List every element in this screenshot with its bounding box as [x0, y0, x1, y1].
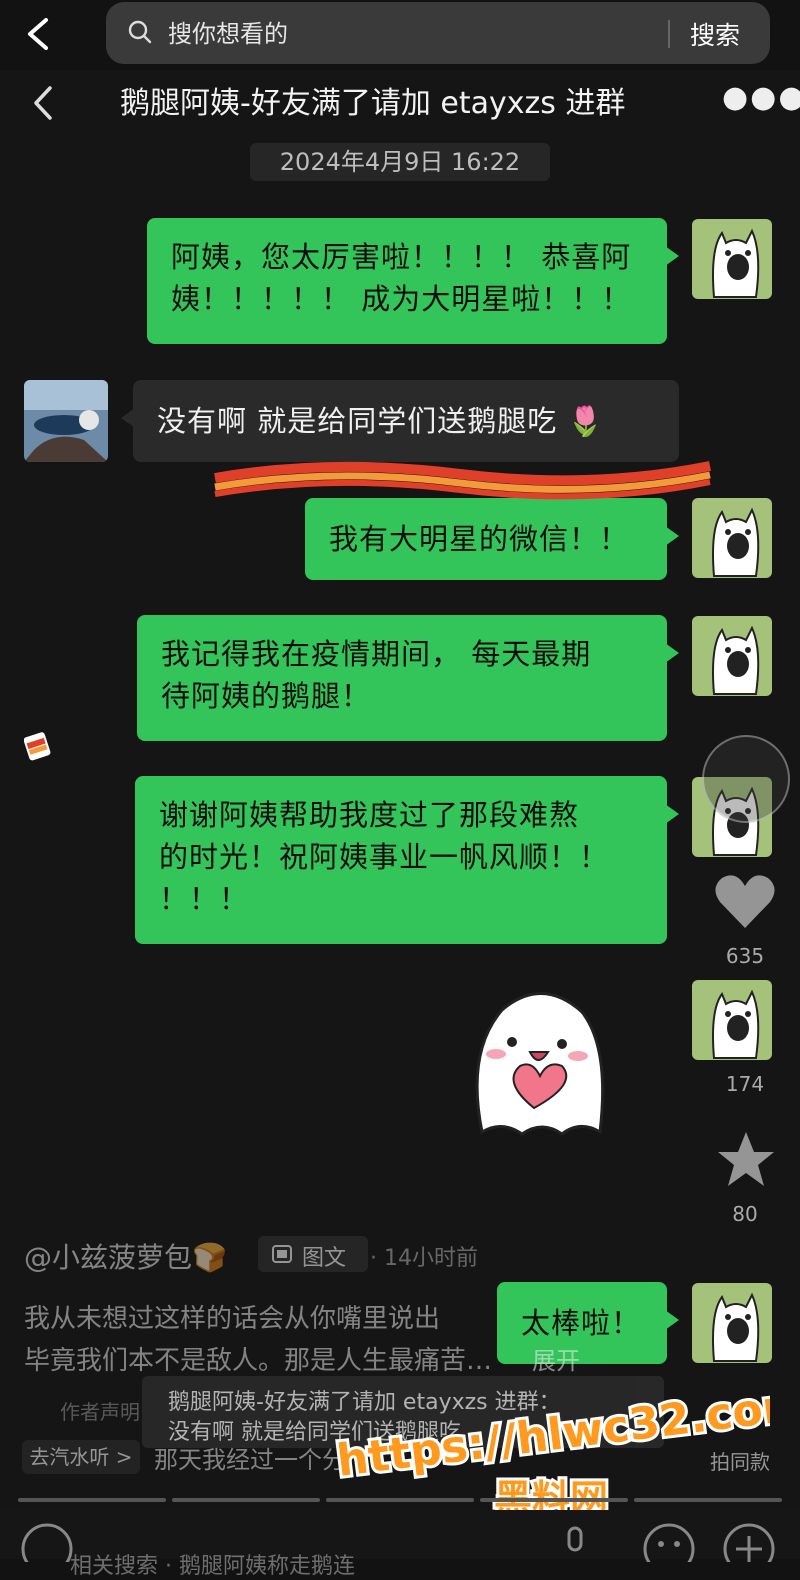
user-avatar — [692, 219, 772, 299]
message-bubble: 谢谢阿姨帮助我度过了那段难熬 的时光！祝阿姨事业一帆风顺！！ ！！！ — [135, 776, 679, 944]
progress-segment — [172, 1498, 320, 1502]
related-search[interactable]: 相关搜索 · 鹅腿阿姨称走鹅连 — [70, 1548, 355, 1580]
progress-segment — [326, 1498, 474, 1502]
author-name[interactable]: @小兹菠萝包🍞 — [24, 1236, 227, 1276]
expand-link[interactable]: 展开 — [532, 1341, 580, 1376]
description-line: 我从未想过这样的话会从你嘴里说出 — [24, 1304, 441, 1334]
search-icon — [128, 20, 152, 44]
plus-icon[interactable] — [722, 1522, 776, 1562]
more-icon: ●●● — [722, 80, 800, 115]
ribbon-sticker — [214, 461, 711, 500]
post-description: 我从未想过这样的话会从你嘴里说出 毕竟我们本不是敌人。那是人生最痛苦… — [24, 1298, 584, 1382]
like-count: 635 — [725, 944, 765, 968]
like-button[interactable] — [714, 872, 776, 934]
sticker-icon — [24, 732, 51, 761]
microphone-icon[interactable] — [562, 1526, 588, 1560]
search-input[interactable] — [166, 14, 640, 54]
user-avatar — [692, 616, 772, 696]
message-line: 阿姨，您太厉害啦！！！！ 恭喜阿 — [171, 240, 632, 274]
chat-timestamp: 2024年4月9日 16:22 — [250, 143, 550, 181]
image-progress — [18, 1498, 782, 1502]
post-type-tag: 图文 — [258, 1236, 368, 1272]
star-icon — [718, 1132, 774, 1186]
message-line: 姨！！！！！ 成为大明星啦！！！ — [171, 282, 632, 316]
heart-icon — [715, 875, 775, 928]
creator-avatar-button[interactable] — [702, 735, 790, 823]
message-bubble: 阿姨，您太厉害啦！！！！ 恭喜阿 姨！！！！！ 成为大明星啦！！！ — [147, 218, 679, 344]
message-line: 谢谢阿姨帮助我度过了那段难熬 — [159, 798, 580, 832]
post-type-label: 图文 — [302, 1246, 347, 1271]
message-line: 我有大明星的微信！！ — [329, 522, 630, 556]
search-divider — [668, 20, 670, 48]
image-text-icon — [272, 1245, 292, 1263]
message-bubble: 我有大明星的微信！！ — [305, 498, 679, 580]
comment-count: 174 — [725, 1072, 765, 1096]
chat-title: 鹅腿阿姨-好友满了请加 etayxzs 进群 — [120, 86, 626, 121]
message-line: 的时光！祝阿姨事业一帆风顺！！ — [159, 840, 610, 874]
favorite-count: 80 — [732, 1202, 758, 1226]
message-line: ！！！ — [159, 882, 250, 916]
ghost-sticker — [475, 992, 605, 1136]
music-pill[interactable]: 去汽水听 > — [22, 1440, 140, 1474]
message-line: 没有啊 就是给同学们送鹅腿吃 🌷 — [157, 404, 605, 438]
progress-segment — [18, 1498, 166, 1502]
user-avatar — [692, 980, 772, 1060]
back-icon[interactable] — [22, 14, 62, 58]
progress-segment — [634, 1498, 782, 1502]
author-declaration: 作者声明 — [60, 1400, 140, 1424]
message-line: 我记得我在疫情期间， 每天最期 — [161, 637, 592, 671]
search-button[interactable]: 搜索 — [690, 16, 740, 52]
progress-segment — [480, 1498, 628, 1502]
search-bar[interactable]: 搜索 — [106, 2, 770, 64]
favorite-button[interactable] — [716, 1130, 776, 1192]
friend-avatar — [24, 380, 108, 462]
message-line: 待阿姨的鹅腿！ — [161, 679, 372, 713]
message-bubble: 没有啊 就是给同学们送鹅腿吃 🌷 — [121, 380, 679, 462]
user-avatar — [692, 1283, 772, 1363]
sound-icon[interactable] — [20, 1522, 74, 1562]
user-avatar — [692, 498, 772, 578]
chat-back-icon — [30, 84, 56, 131]
emoji-icon[interactable] — [642, 1522, 696, 1562]
post-time: · 14小时前 — [370, 1246, 478, 1271]
message-bubble: 我记得我在疫情期间， 每天最期 待阿姨的鹅腿！ — [137, 615, 679, 741]
